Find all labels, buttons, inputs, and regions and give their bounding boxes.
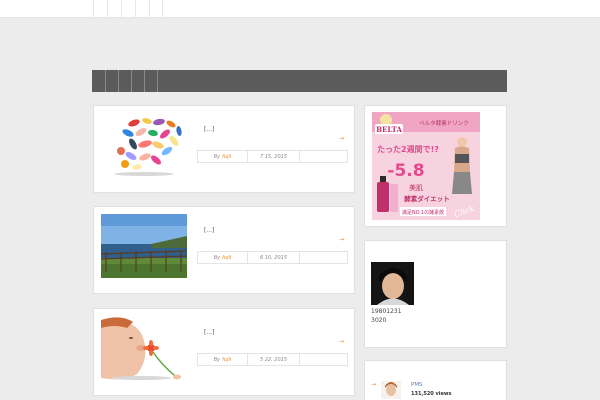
arrow-right-icon: → [371,381,377,388]
ad-tagline: ベルタ酵素ドリンク [419,119,469,127]
menu-item[interactable] [106,70,119,92]
sidebar-popular-widget: → PMS 131,520 views [364,360,507,400]
post-meta: By fujii 5 22, 2015 [197,353,348,366]
post-byline: By fujii [198,354,248,365]
ad-sub2: 酵素ダイエット [404,194,449,203]
post-meta: By fujii 7 15, 2015 [197,150,348,163]
menu-item[interactable] [93,70,106,92]
menu-item[interactable] [145,70,158,92]
top-nav-item[interactable] [107,0,121,18]
post-date: 5 22, 2015 [248,354,300,365]
post-meta-spacer [300,252,347,263]
post-excerpt: [...] [204,227,215,234]
post-excerpt: [...] [204,329,215,336]
profile-avatar[interactable] [371,262,414,305]
popular-post-views: 131,520 views [411,391,452,397]
author-link[interactable]: fujii [222,357,231,363]
main-menu-bar [92,70,507,92]
top-nav-item[interactable] [135,0,149,18]
belta-ad-banner[interactable]: BELTA ベルタ酵素ドリンク たった2週間で!? -5.8 美肌 酵素ダイエッ… [372,112,480,220]
arrow-right-icon[interactable]: → [339,236,344,243]
post-thumbnail-seaside[interactable] [101,214,187,278]
sidebar-ad-widget: BELTA ベルタ酵素ドリンク たった2週間で!? -5.8 美肌 酵素ダイエッ… [364,105,507,227]
menu-item[interactable] [119,70,132,92]
ad-headline: たった2週間で!? [377,144,439,154]
post-meta-spacer [300,354,347,365]
ad-sub1: 美肌 [409,183,423,192]
by-label: By [213,254,221,261]
author-link[interactable]: fujii [222,154,231,160]
ad-big-text: -5.8 [387,161,424,181]
profile-line-2: 3020 [371,317,387,324]
post-meta-spacer [300,151,347,162]
top-header [0,0,600,18]
post-byline: By fujii [198,151,248,162]
post-thumbnail-flower[interactable] [101,316,187,380]
popular-post-thumbnail[interactable] [381,381,401,399]
profile-line-1: 19801231 [371,308,402,315]
ad-brand: BELTA [376,125,402,134]
ad-sub3: 満足NO.1の酵素飲 [402,209,444,216]
by-label: By [213,153,221,160]
author-link[interactable]: fujii [222,255,231,261]
post-card: [...] → By fujii 5 22, 2015 [93,308,355,396]
sidebar-profile-widget: 19801231 3020 [364,240,507,348]
post-thumbnail-pills[interactable] [101,113,187,177]
post-card: [...] → By fujii 6 10, 2015 [93,206,355,294]
arrow-right-icon[interactable]: → [339,135,344,142]
post-meta: By fujii 6 10, 2015 [197,251,348,264]
menu-item[interactable] [132,70,145,92]
arrow-right-icon[interactable]: → [339,338,344,345]
top-nav [93,0,163,18]
top-nav-item[interactable] [93,0,107,18]
post-excerpt: [...] [204,126,215,133]
post-date: 6 10, 2015 [248,252,300,263]
by-label: By [213,356,221,363]
post-byline: By fujii [198,252,248,263]
top-nav-item[interactable] [149,0,163,18]
popular-post-title[interactable]: PMS [411,382,423,388]
post-date: 7 15, 2015 [248,151,300,162]
top-nav-item[interactable] [121,0,135,18]
post-card: [...] → By fujii 7 15, 2015 [93,105,355,193]
